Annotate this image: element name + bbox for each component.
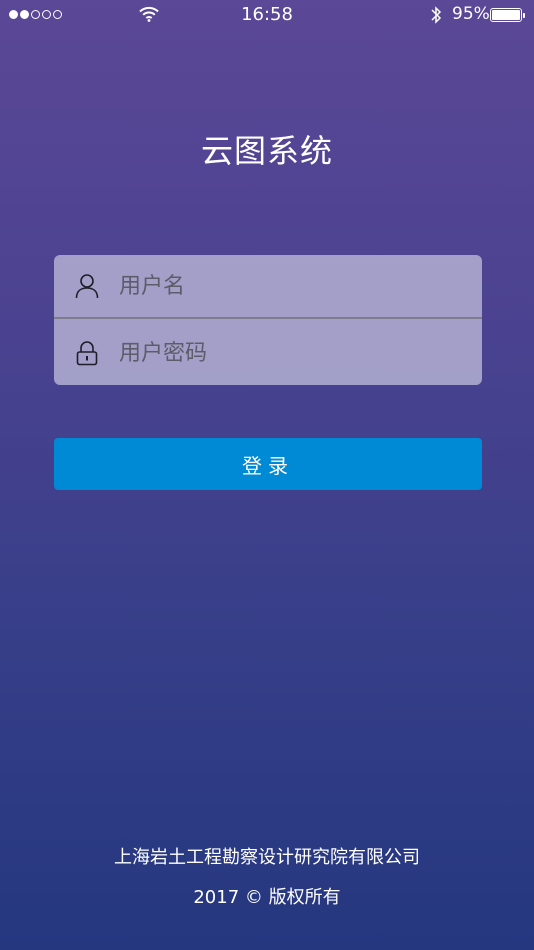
app-title: 云图系统	[200, 132, 333, 170]
login-form	[54, 255, 482, 385]
login-button[interactable]: 登录	[54, 438, 482, 490]
password-input[interactable]	[119, 333, 449, 373]
copyright-text: 2017 © 版权所有	[193, 887, 341, 908]
lock-icon	[76, 341, 98, 366]
password-field	[54, 321, 482, 385]
username-input[interactable]	[119, 266, 449, 306]
battery-fill	[492, 10, 520, 20]
company-name: 上海岩土工程勘察设计研究院有限公司	[114, 847, 420, 868]
bluetooth-icon	[431, 6, 442, 24]
user-icon	[75, 274, 99, 299]
battery-percent: 95%	[452, 4, 490, 24]
battery-nub	[523, 13, 525, 18]
battery-icon	[490, 8, 525, 22]
status-bar: 16:58 95%	[0, 0, 534, 30]
username-field	[54, 255, 482, 319]
